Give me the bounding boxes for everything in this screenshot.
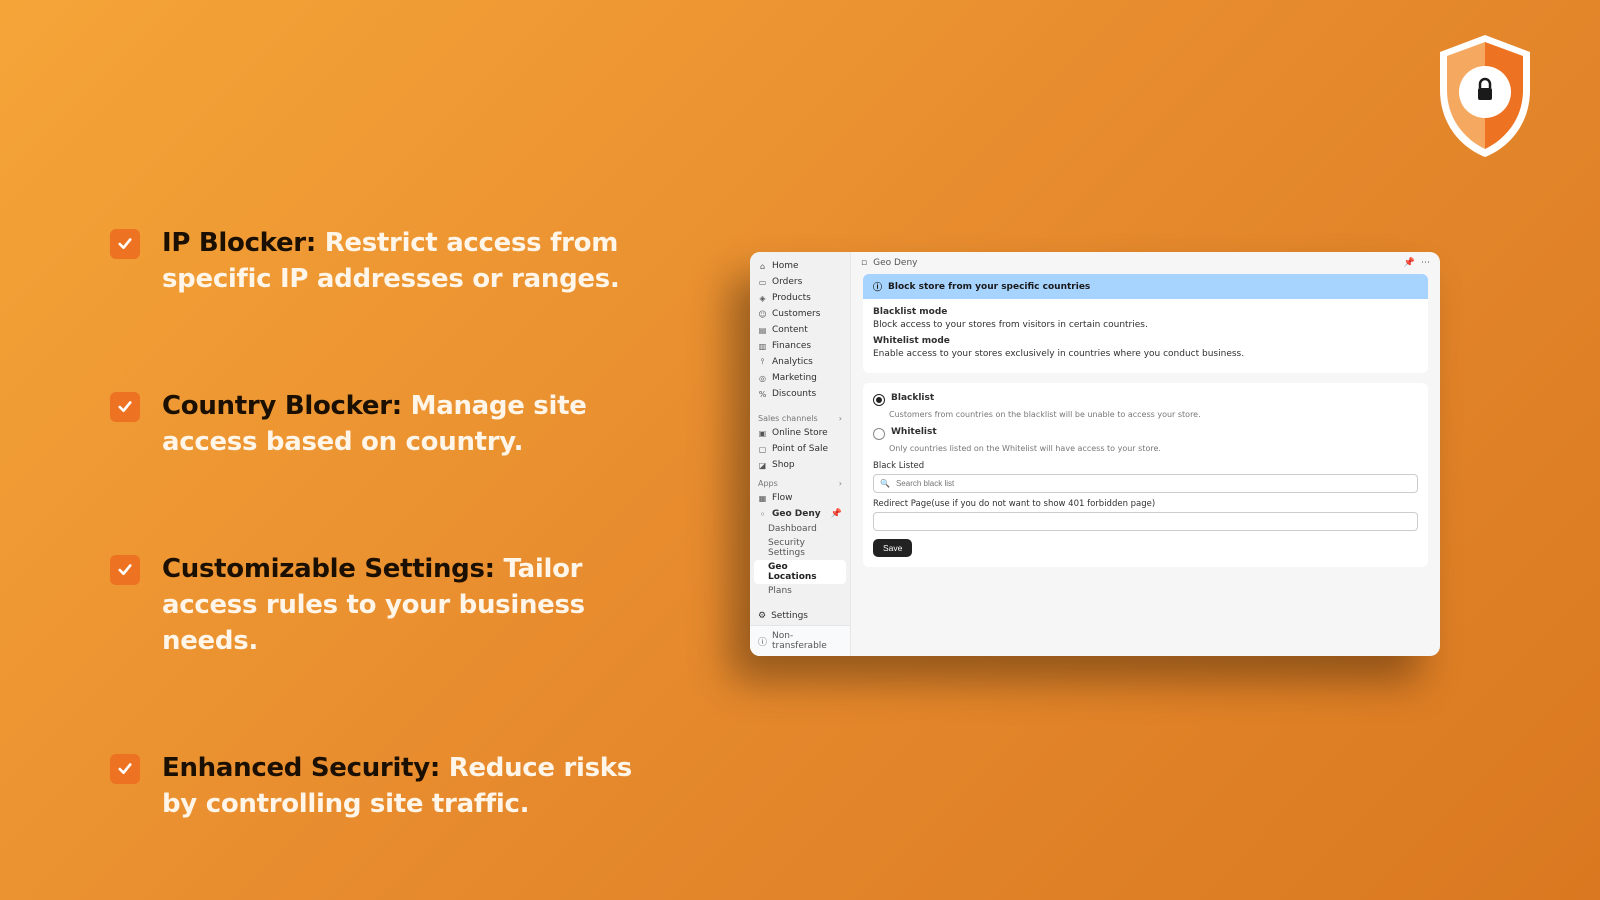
more-icon[interactable]: ⋯ — [1421, 258, 1430, 268]
chevron-right-icon: › — [839, 414, 842, 423]
pos-icon: ▢ — [758, 445, 767, 454]
target-icon: ◎ — [758, 374, 767, 383]
feature-item: Customizable Settings: Tailor access rul… — [110, 551, 650, 660]
sidebar-item-pos[interactable]: ▢Point of Sale — [750, 441, 850, 457]
sidebar-item-customers[interactable]: ☺Customers — [750, 306, 850, 322]
sidebar-item-geo-deny[interactable]: ◦Geo Deny📌 — [750, 506, 850, 522]
user-icon: ☺ — [758, 310, 767, 319]
chevron-right-icon: › — [839, 479, 842, 488]
feature-title: Country Blocker: — [162, 391, 402, 421]
save-button[interactable]: Save — [873, 539, 912, 557]
info-icon: ⓘ — [873, 280, 882, 293]
blacklisted-label: Black Listed — [873, 461, 1418, 471]
apps-header[interactable]: Apps› — [750, 473, 850, 490]
tag-icon: ◈ — [758, 294, 767, 303]
pin-icon[interactable]: 📌 — [831, 509, 842, 519]
feature-title: Enhanced Security: — [162, 753, 440, 783]
gear-icon: ⚙ — [758, 611, 766, 621]
sidebar-item-orders[interactable]: ▭Orders — [750, 274, 850, 290]
analytics-icon: ⫯ — [758, 358, 767, 367]
settings-card: Blacklist Customers from countries on th… — [863, 383, 1428, 567]
blacklist-mode-heading: Blacklist mode — [873, 307, 1418, 317]
radio-icon — [873, 428, 885, 440]
whitelist-mode-desc: Enable access to your stores exclusively… — [873, 349, 1418, 359]
modes-card: Blacklist mode Block access to your stor… — [863, 299, 1428, 373]
sidebar-sub-dashboard[interactable]: Dashboard — [750, 522, 850, 536]
radio-whitelist-desc: Only countries listed on the Whitelist w… — [889, 444, 1418, 453]
blacklist-mode-desc: Block access to your stores from visitor… — [873, 320, 1418, 330]
redirect-label: Redirect Page(use if you do not want to … — [873, 499, 1418, 509]
sidebar-item-flow[interactable]: ▦Flow — [750, 490, 850, 506]
orders-icon: ▭ — [758, 278, 767, 287]
shield-lock-logo — [1430, 30, 1540, 160]
sidebar: ⌂Home ▭Orders ◈Products ☺Customers ▤Cont… — [750, 252, 851, 656]
sidebar-sub-geo-locations[interactable]: Geo Locations — [754, 560, 846, 584]
sidebar-item-discounts[interactable]: %Discounts — [750, 386, 850, 402]
sidebar-item-content[interactable]: ▤Content — [750, 322, 850, 338]
sidebar-item-analytics[interactable]: ⫯Analytics — [750, 354, 850, 370]
sidebar-item-products[interactable]: ◈Products — [750, 290, 850, 306]
check-icon — [110, 555, 140, 585]
sidebar-item-home[interactable]: ⌂Home — [750, 258, 850, 274]
flow-icon: ▦ — [758, 494, 767, 503]
feature-item: Enhanced Security: Reduce risks by contr… — [110, 750, 650, 823]
sales-channels-header[interactable]: Sales channels› — [750, 408, 850, 425]
radio-whitelist[interactable]: Whitelist — [873, 427, 1418, 440]
store-icon: ▣ — [758, 429, 767, 438]
shop-icon: ◪ — [758, 461, 767, 470]
search-blacklist-input[interactable]: 🔍 — [873, 474, 1418, 493]
check-icon — [110, 392, 140, 422]
search-icon: 🔍 — [880, 479, 890, 488]
check-icon — [110, 229, 140, 259]
feature-title: IP Blocker: — [162, 228, 316, 258]
topbar: ▫ Geo Deny 📌 ⋯ — [851, 252, 1440, 274]
home-icon: ⌂ — [758, 262, 767, 271]
finances-icon: ▥ — [758, 342, 767, 351]
app-window: ⌂Home ▭Orders ◈Products ☺Customers ▤Cont… — [750, 252, 1440, 656]
sidebar-sub-plans[interactable]: Plans — [750, 584, 850, 598]
feature-title: Customizable Settings: — [162, 554, 495, 584]
discount-icon: % — [758, 390, 767, 399]
feature-item: IP Blocker: Restrict access from specifi… — [110, 225, 650, 298]
info-banner: ⓘBlock store from your specific countrie… — [863, 274, 1428, 299]
sidebar-sub-security[interactable]: Security Settings — [750, 536, 850, 560]
redirect-input[interactable] — [873, 512, 1418, 531]
sidebar-item-marketing[interactable]: ◎Marketing — [750, 370, 850, 386]
sidebar-item-settings[interactable]: ⚙Settings — [750, 607, 850, 625]
sidebar-non-transferable[interactable]: ⓘNon-transferable — [750, 625, 850, 656]
radio-icon — [873, 394, 885, 406]
app-icon: ▫ — [861, 258, 867, 268]
sidebar-item-finances[interactable]: ▥Finances — [750, 338, 850, 354]
radio-blacklist-desc: Customers from countries on the blacklis… — [889, 410, 1418, 419]
pin-icon[interactable]: 📌 — [1404, 258, 1415, 268]
check-icon — [110, 754, 140, 784]
sidebar-item-shop[interactable]: ◪Shop — [750, 457, 850, 473]
whitelist-mode-heading: Whitelist mode — [873, 336, 1418, 346]
main-panel: ▫ Geo Deny 📌 ⋯ ⓘBlock store from your sp… — [851, 252, 1440, 656]
app-icon: ◦ — [758, 510, 767, 519]
content-icon: ▤ — [758, 326, 767, 335]
sidebar-item-online-store[interactable]: ▣Online Store — [750, 425, 850, 441]
breadcrumb: Geo Deny — [873, 258, 917, 268]
feature-item: Country Blocker: Manage site access base… — [110, 388, 650, 461]
radio-blacklist[interactable]: Blacklist — [873, 393, 1418, 406]
info-icon: ⓘ — [758, 635, 767, 648]
feature-list: IP Blocker: Restrict access from specifi… — [110, 225, 650, 900]
